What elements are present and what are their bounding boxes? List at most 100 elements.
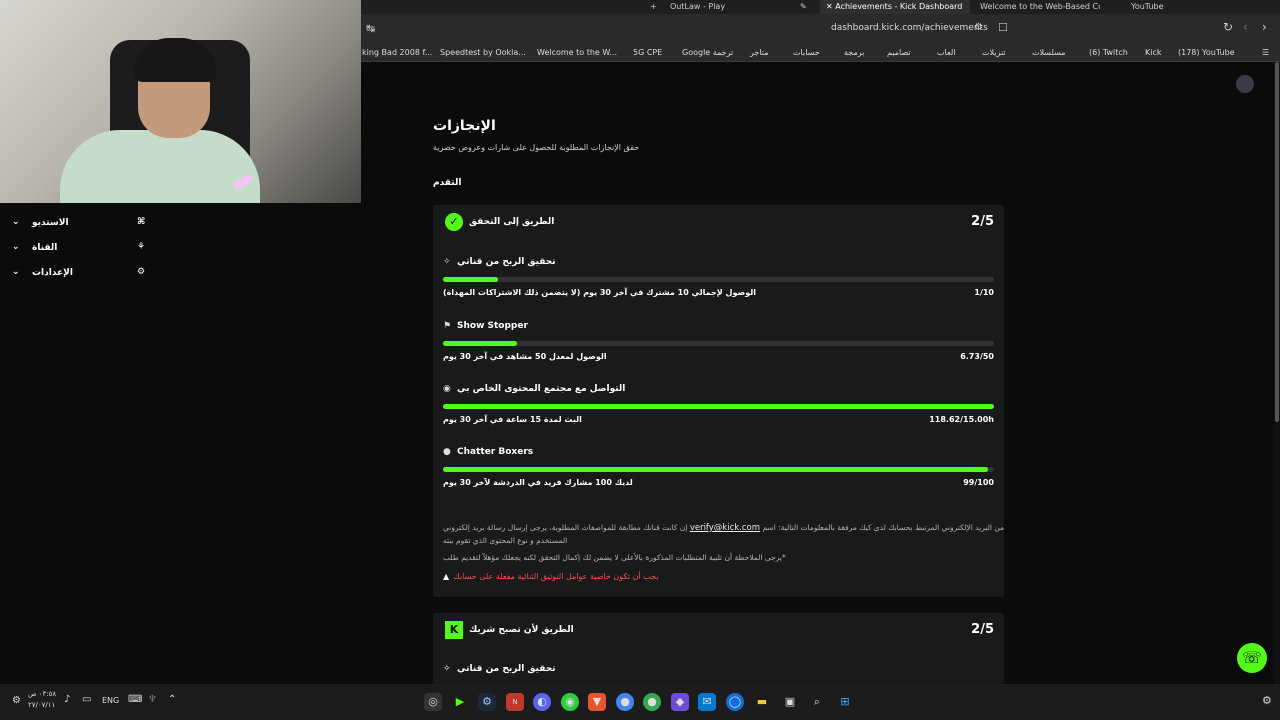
edge-icon[interactable]: ◯ — [726, 693, 744, 711]
broadcast-icon: ◉ — [443, 384, 451, 394]
requirement-item: ◉ التواصل مع مجتمع المحتوى الخاص بي البث … — [443, 384, 994, 434]
kick-logo-icon: K — [445, 621, 463, 639]
settings-tray-icon[interactable]: ⚙ — [1262, 694, 1272, 707]
app-icon[interactable]: ◆ — [671, 693, 689, 711]
studio-icon: ⌘ — [137, 217, 146, 227]
progress-fill — [443, 341, 518, 346]
tab-outlaw[interactable]: OutLaw - Play — [670, 0, 725, 14]
url-field[interactable]: dashboard.kick.com/achievements — [831, 23, 988, 33]
help-chat-button[interactable]: ☏ — [1237, 643, 1267, 673]
bookmark-item[interactable]: (178) YouTube — [1178, 48, 1235, 57]
requirement-desc: لديك 100 مشارك فريد في الدردشة لآخر 30 ي… — [443, 478, 633, 487]
verification-note-line2: المستخدم و نوع المحتوى الذي تقوم ببثه — [443, 536, 568, 545]
card-title: الطريق لأن تصبح شريك — [469, 625, 574, 635]
requirement-title-text: تحقيق الربح من قناتي — [457, 664, 556, 674]
progress-track — [443, 467, 994, 472]
partner-card: K الطريق لأن تصبح شريك 2/5 ✧ تحقيق الربح … — [433, 613, 1004, 684]
bookmark-item[interactable]: برمجة — [844, 48, 864, 57]
two-factor-warning: ▲ يجب أن تكون خاصية عوامل التوثيق الثنائي… — [443, 572, 658, 581]
taskbar-time: ٠٣:٥٨ ص — [28, 690, 57, 698]
pen-icon: ✎ — [800, 2, 807, 11]
new-tab-icon[interactable]: + — [650, 0, 657, 14]
steam-icon[interactable]: ⚙ — [478, 693, 496, 711]
warning-icon: ▲ — [443, 572, 450, 581]
bookmark-item[interactable]: Speedtest by Ookla... — [440, 48, 526, 57]
tab-achievements[interactable]: ✕ Achievements - Kick Dashboard — [820, 0, 970, 14]
netflix-icon[interactable]: N — [506, 693, 524, 711]
chevron-up-icon[interactable]: ⌃ — [168, 694, 176, 705]
requirement-item: ⚑ Show Stopper الوصول لمعدل 50 مشاهد في آ… — [443, 321, 994, 371]
forward-icon[interactable]: › — [1262, 20, 1267, 34]
verify-email-link[interactable]: verify@kick.com — [690, 523, 760, 533]
bookmark-item[interactable]: (6) Twitch — [1089, 48, 1128, 57]
bookmark-item[interactable]: حسابات — [793, 48, 820, 57]
sidebar-item-label: القناة — [32, 243, 58, 253]
page-subtitle: حقق الإنجازات المطلوبة للحصول على شارات … — [433, 143, 640, 152]
chrome-alt-icon[interactable]: ● — [643, 693, 661, 711]
chevron-down-icon: ⌄ — [12, 242, 20, 252]
progress-fill — [443, 277, 499, 282]
bookmarks-menu-icon[interactable]: ☰ — [1262, 48, 1269, 57]
verification-card: ✓ الطريق إلى التحقق 2/5 ✧ تحقيق الربح من … — [433, 205, 1004, 597]
bookmark-item[interactable]: مسلسلات — [1032, 48, 1066, 57]
bookmark-item[interactable]: Kick — [1145, 48, 1162, 57]
windows-start-icon[interactable]: ⊞ — [836, 693, 854, 711]
brave-icon[interactable]: ▼ — [588, 693, 606, 711]
requirement-title-text: التواصل مع مجتمع المحتوى الخاص بي — [457, 384, 626, 394]
chrome-icon[interactable]: ● — [616, 693, 634, 711]
sidebar-item-studio[interactable]: ⌄ الاستديو ⌘ — [0, 214, 160, 236]
bookmark-item[interactable]: تصاميم — [887, 48, 911, 57]
avatar[interactable] — [1236, 75, 1254, 93]
requirement-title: ⚑ Show Stopper — [443, 321, 528, 331]
site-settings-icon[interactable]: ⚙ — [974, 22, 983, 33]
network-icon[interactable]: ▭ — [82, 694, 91, 705]
back-icon[interactable]: ‹ — [1243, 20, 1248, 34]
bookmark-item[interactable]: 5G CPE — [633, 48, 662, 57]
keyboard-icon[interactable]: ⌨ — [128, 694, 142, 705]
progress-fill — [443, 467, 989, 472]
requirement-desc: البث لمدة 15 ساعة في آخر 30 يوم — [443, 415, 582, 424]
bookmark-item[interactable]: Welcome to the W... — [537, 48, 617, 57]
taskbar: ⚙ ٠٣:٥٨ ص ٢٧/٠٧/١١ ♪ ▭ ENG ⌨ ♆ ⌃ ◎ ▶ ⚙ N… — [0, 684, 1280, 720]
monetize-icon: ✧ — [443, 257, 451, 267]
scrollbar-thumb[interactable] — [1275, 62, 1279, 422]
eligibility-note: يرجى الملاحظة أن تلبية المتطلبات المذكور… — [443, 553, 786, 562]
sidebar-item-channel[interactable]: ⌄ القناة ⚘ — [0, 239, 160, 261]
bookmark-icon[interactable]: ☐ — [998, 21, 1008, 34]
chat-bubble-icon: ● — [443, 447, 451, 457]
task-view-icon[interactable]: ▣ — [781, 693, 799, 711]
requirement-title: ◉ التواصل مع مجتمع المحتوى الخاص بي — [443, 384, 625, 394]
volume-icon[interactable]: ♪ — [64, 694, 70, 705]
bookmark-item[interactable]: تنزيلات — [982, 48, 1006, 57]
requirement-title: ● Chatter Boxers — [443, 447, 533, 457]
bookmark-item[interactable]: Google ترجمة — [682, 48, 733, 57]
bookmark-item[interactable]: العاب — [937, 48, 956, 57]
outlook-icon[interactable]: ✉ — [698, 693, 716, 711]
discord-icon[interactable]: ◐ — [533, 693, 551, 711]
folder-icon[interactable]: ▬ — [753, 693, 771, 711]
bookmark-item[interactable]: متاجر — [750, 48, 769, 57]
sidebar-item-settings[interactable]: ⌄ الإعدادات ⚙ — [0, 264, 160, 286]
microphone-icon[interactable]: ♆ — [148, 694, 157, 705]
bookmark-item[interactable]: king Bad 2008 f... — [362, 48, 432, 57]
start-icon[interactable]: ⚙ — [12, 695, 21, 706]
search-icon[interactable]: ⌕ — [808, 693, 826, 711]
tab-web-config[interactable]: Welcome to the Web-Based Confi — [980, 0, 1100, 14]
reload-icon[interactable]: ↻ — [1223, 20, 1233, 34]
requirement-title: ✧ تحقيق الربح من قناتي — [443, 664, 556, 674]
xbox-icon[interactable]: ◉ — [561, 693, 579, 711]
requirement-value: 99/100 — [963, 478, 994, 487]
requirement-title-text: Show Stopper — [457, 321, 528, 331]
sidebar-item-label: الإعدادات — [32, 268, 73, 278]
share-icon[interactable]: ↹ — [366, 22, 375, 35]
page-title: الإنجازات — [433, 118, 496, 134]
verification-note: إن كانت قناتك مطابقة للمواصفات المطلوبة،… — [443, 523, 1004, 533]
obs-icon[interactable]: ◎ — [424, 693, 442, 711]
close-tab-icon[interactable]: ✕ — [826, 2, 835, 11]
language-indicator[interactable]: ENG — [102, 696, 119, 705]
warning-text: يجب أن تكون خاصية عوامل التوثيق الثنائية… — [453, 572, 659, 581]
kick-studio-icon[interactable]: ▶ — [451, 693, 469, 711]
scrollbar[interactable] — [1274, 62, 1280, 684]
tab-youtube[interactable]: YouTube — [1131, 0, 1164, 14]
sidebar-item-label: الاستديو — [32, 218, 69, 228]
